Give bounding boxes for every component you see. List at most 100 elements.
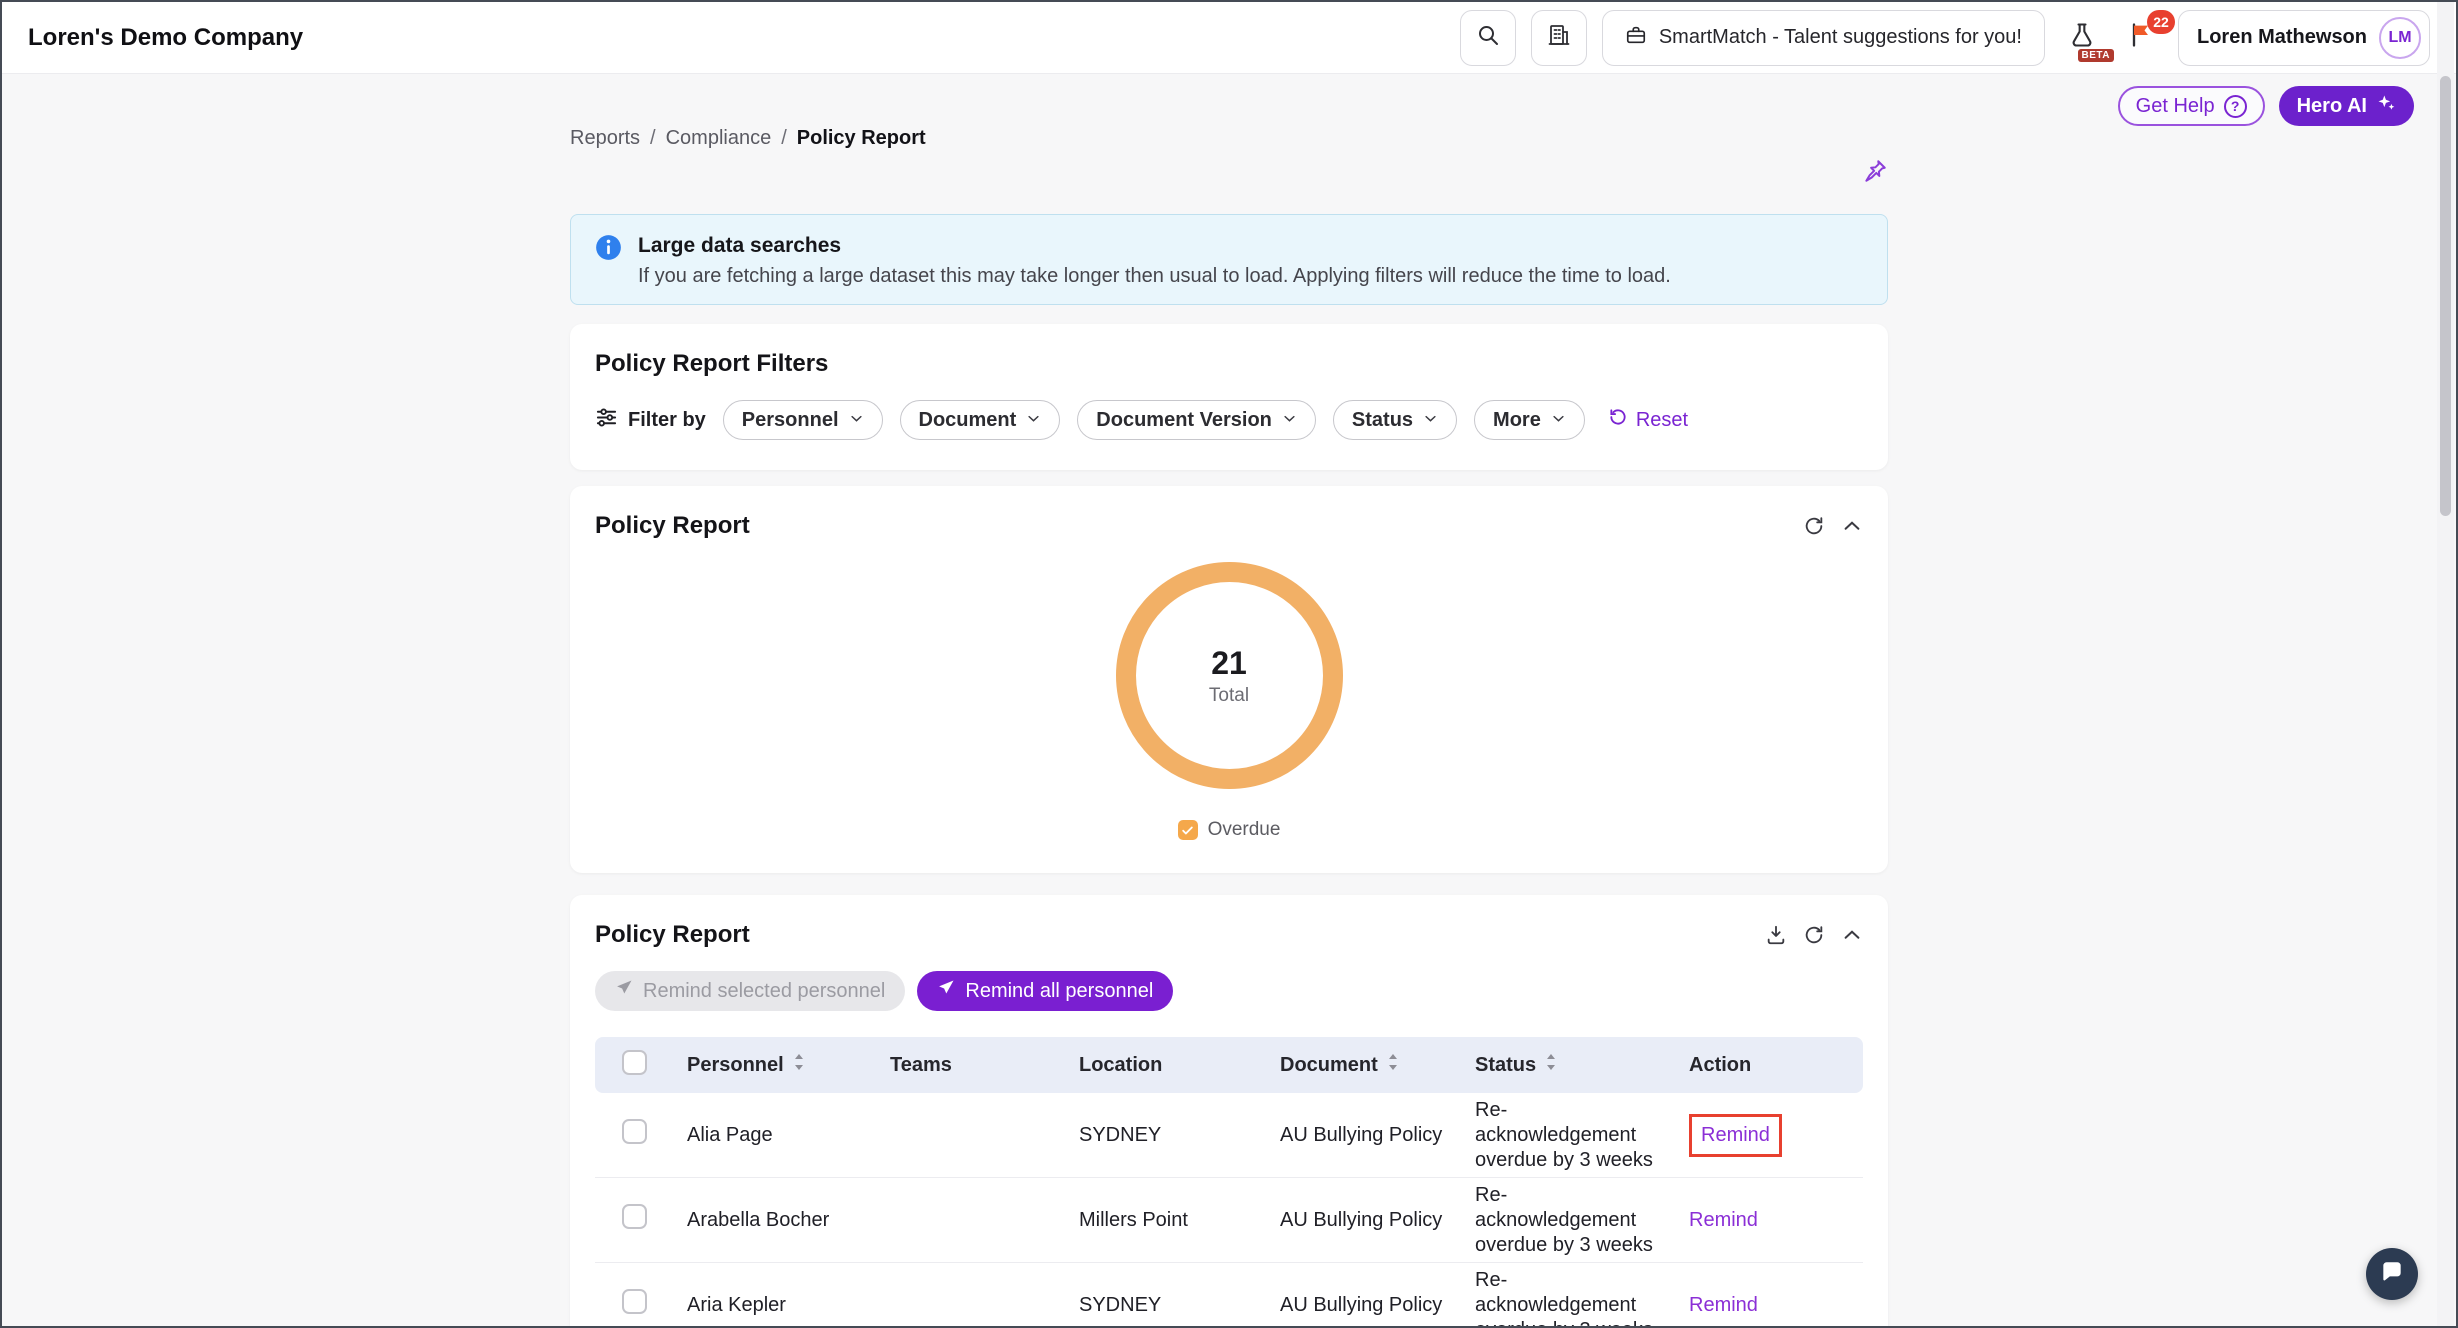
donut-chart-area: 21 Total Overdue xyxy=(595,562,1863,841)
cell-location: SYDNEY xyxy=(1053,1263,1254,1328)
remind-selected-label: Remind selected personnel xyxy=(643,980,885,1003)
company-name: Loren's Demo Company xyxy=(28,24,303,52)
reset-icon xyxy=(1608,407,1628,433)
table-header-row: Personnel Teams Location Document Status… xyxy=(595,1037,1863,1093)
filter-personnel-dropdown[interactable]: Personnel xyxy=(723,400,883,440)
filter-document-dropdown[interactable]: Document xyxy=(900,400,1061,440)
app-window: Loren's Demo Company SmartMatch - Talent… xyxy=(0,0,2458,1328)
column-header-personnel[interactable]: Personnel xyxy=(687,1054,784,1077)
notifications-button[interactable]: 22 xyxy=(2119,10,2163,66)
legend-swatch-icon xyxy=(1178,820,1198,840)
column-header-teams: Teams xyxy=(890,1054,952,1077)
filter-by-label: Filter by xyxy=(628,409,706,432)
cell-location: SYDNEY xyxy=(1053,1093,1254,1178)
filter-label: Personnel xyxy=(742,409,839,432)
cell-teams xyxy=(864,1178,1053,1263)
remind-link[interactable]: Remind xyxy=(1689,1294,1758,1316)
donut-total-label: Total xyxy=(1209,685,1249,707)
filter-more-dropdown[interactable]: More xyxy=(1474,400,1585,440)
get-help-button[interactable]: Get Help ? xyxy=(2118,86,2265,126)
chart-card-title: Policy Report xyxy=(595,512,750,540)
scrollbar xyxy=(2437,2,2454,1326)
hero-ai-label: Hero AI xyxy=(2297,95,2367,118)
tune-icon xyxy=(595,406,618,435)
filter-document-version-dropdown[interactable]: Document Version xyxy=(1077,400,1316,440)
column-header-location: Location xyxy=(1079,1054,1162,1077)
remind-buttons-row: Remind selected personnel Remind all per… xyxy=(595,971,1863,1011)
sort-icon[interactable] xyxy=(1387,1052,1399,1078)
cell-status: Re-acknowledgement overdue by 3 weeks xyxy=(1449,1178,1663,1263)
topbar-actions: SmartMatch - Talent suggestions for you!… xyxy=(1460,10,2430,66)
filter-label: Document Version xyxy=(1096,409,1272,432)
send-icon xyxy=(615,979,633,1003)
row-checkbox[interactable] xyxy=(622,1204,647,1229)
smartmatch-icon xyxy=(1625,24,1647,52)
cell-document: AU Bullying Policy xyxy=(1254,1093,1449,1178)
labs-button[interactable]: BETA xyxy=(2060,10,2104,66)
avatar: LM xyxy=(2379,17,2421,59)
legend-item-overdue[interactable]: Overdue xyxy=(1178,819,1281,841)
collapse-chevron-icon[interactable] xyxy=(1841,515,1863,537)
banner-text: Large data searches If you are fetching … xyxy=(638,233,1671,288)
get-help-label: Get Help xyxy=(2136,95,2215,118)
legend-label: Overdue xyxy=(1208,819,1281,841)
chevron-down-icon xyxy=(1282,409,1297,432)
reset-label: Reset xyxy=(1636,409,1688,432)
cell-document: AU Bullying Policy xyxy=(1254,1263,1449,1328)
chevron-down-icon xyxy=(1026,409,1041,432)
row-checkbox[interactable] xyxy=(622,1289,647,1314)
column-header-action: Action xyxy=(1689,1054,1751,1077)
row-checkbox[interactable] xyxy=(622,1119,647,1144)
search-button[interactable] xyxy=(1460,10,1516,66)
download-icon[interactable] xyxy=(1765,924,1787,946)
chat-launcher-button[interactable] xyxy=(2366,1248,2418,1300)
chevron-down-icon xyxy=(1551,409,1566,432)
notification-count-badge: 22 xyxy=(2147,10,2175,34)
hero-ai-button[interactable]: Hero AI xyxy=(2279,86,2414,126)
collapse-chevron-icon[interactable] xyxy=(1841,924,1863,946)
filter-label: Document xyxy=(919,409,1017,432)
organisation-button[interactable] xyxy=(1531,10,1587,66)
filter-by-label-group: Filter by xyxy=(595,406,706,435)
search-icon xyxy=(1476,23,1500,52)
sort-icon[interactable] xyxy=(793,1052,805,1078)
chevron-down-icon xyxy=(849,409,864,432)
sparkle-icon xyxy=(2376,93,2396,119)
breadcrumb-current: Policy Report xyxy=(797,127,926,150)
column-header-status[interactable]: Status xyxy=(1475,1054,1536,1077)
breadcrumb-separator: / xyxy=(781,127,787,150)
filter-status-dropdown[interactable]: Status xyxy=(1333,400,1457,440)
info-banner: Large data searches If you are fetching … xyxy=(570,214,1888,305)
smartmatch-label: SmartMatch - Talent suggestions for you! xyxy=(1659,26,2022,49)
policy-report-table: Personnel Teams Location Document Status… xyxy=(595,1037,1863,1328)
breadcrumb-compliance[interactable]: Compliance xyxy=(666,127,772,150)
remind-link[interactable]: Remind xyxy=(1701,1124,1770,1146)
chat-icon xyxy=(2379,1259,2405,1290)
remind-link[interactable]: Remind xyxy=(1689,1209,1758,1231)
breadcrumb-reports[interactable]: Reports xyxy=(570,127,640,150)
remind-all-label: Remind all personnel xyxy=(965,980,1153,1003)
reset-filters-button[interactable]: Reset xyxy=(1608,407,1688,433)
cell-personnel: Arabella Bocher xyxy=(661,1178,864,1263)
smartmatch-banner-button[interactable]: SmartMatch - Talent suggestions for you! xyxy=(1602,10,2045,66)
beta-badge: BETA xyxy=(2078,49,2114,62)
donut-chart: 21 Total xyxy=(1116,562,1343,789)
banner-title: Large data searches xyxy=(638,233,1671,259)
select-all-checkbox[interactable] xyxy=(622,1050,647,1075)
refresh-icon[interactable] xyxy=(1803,924,1825,946)
refresh-icon[interactable] xyxy=(1803,515,1825,537)
main-content: Reports / Compliance / Policy Report Lar… xyxy=(570,74,1888,1328)
filters-title: Policy Report Filters xyxy=(595,350,1863,378)
cell-location: Millers Point xyxy=(1053,1178,1254,1263)
cell-teams xyxy=(864,1093,1053,1178)
remind-all-button[interactable]: Remind all personnel xyxy=(917,971,1173,1011)
column-header-document[interactable]: Document xyxy=(1280,1054,1378,1077)
user-menu[interactable]: Loren Mathewson LM xyxy=(2178,10,2430,66)
scrollbar-thumb[interactable] xyxy=(2440,76,2451,516)
sort-icon[interactable] xyxy=(1545,1052,1557,1078)
remind-selected-button[interactable]: Remind selected personnel xyxy=(595,971,905,1011)
table-row: Arabella Bocher Millers Point AU Bullyin… xyxy=(595,1178,1863,1263)
breadcrumb-separator: / xyxy=(650,127,656,150)
chevron-down-icon xyxy=(1423,409,1438,432)
pin-icon[interactable] xyxy=(1862,158,1888,188)
